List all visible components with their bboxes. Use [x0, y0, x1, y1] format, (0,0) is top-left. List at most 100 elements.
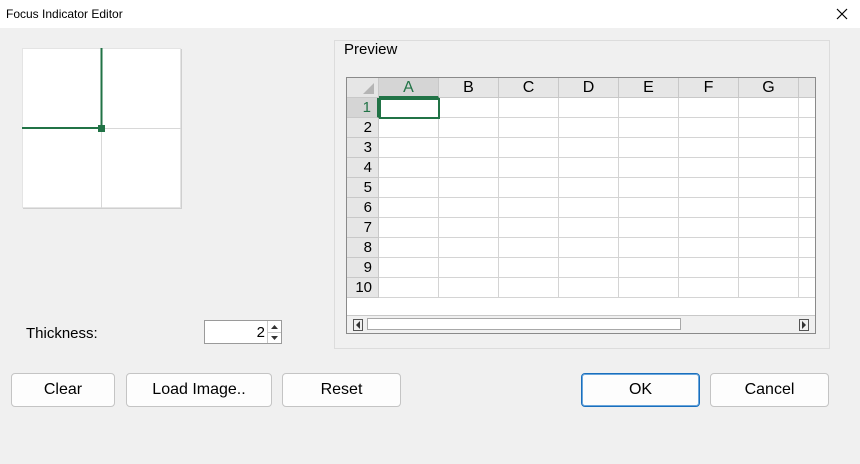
cancel-button[interactable]: Cancel: [710, 373, 829, 407]
grid-cell[interactable]: [799, 98, 815, 118]
row-header[interactable]: 2: [347, 118, 379, 138]
column-header[interactable]: F: [679, 78, 739, 98]
grid-cell[interactable]: [739, 258, 799, 278]
grid-cell[interactable]: [799, 138, 815, 158]
grid-cell[interactable]: [799, 278, 815, 298]
grid-cell[interactable]: [379, 238, 439, 258]
grid-cell[interactable]: [559, 98, 619, 118]
grid-cell[interactable]: [379, 278, 439, 298]
grid-cell[interactable]: [379, 218, 439, 238]
scroll-right-button[interactable]: [795, 317, 813, 333]
grid-cell[interactable]: [799, 238, 815, 258]
grid-cell[interactable]: [739, 118, 799, 138]
grid-cell[interactable]: [499, 138, 559, 158]
grid-cell[interactable]: [559, 218, 619, 238]
grid-cell[interactable]: [439, 178, 499, 198]
column-header[interactable]: D: [559, 78, 619, 98]
grid-cell[interactable]: [679, 98, 739, 118]
grid-cell[interactable]: [679, 238, 739, 258]
thickness-value[interactable]: 2: [257, 324, 265, 341]
grid-cell[interactable]: [379, 198, 439, 218]
column-header[interactable]: G: [739, 78, 799, 98]
grid-cell[interactable]: [739, 218, 799, 238]
row-header[interactable]: 8: [347, 238, 379, 258]
grid-cell[interactable]: [439, 118, 499, 138]
row-header[interactable]: 4: [347, 158, 379, 178]
grid-cell[interactable]: [439, 98, 499, 118]
grid-cell[interactable]: [559, 158, 619, 178]
grid-cell[interactable]: [439, 278, 499, 298]
grid-cell[interactable]: [739, 98, 799, 118]
grid-cell[interactable]: [559, 178, 619, 198]
grid-cell[interactable]: [439, 218, 499, 238]
row-header[interactable]: 3: [347, 138, 379, 158]
grid-cell[interactable]: [559, 238, 619, 258]
scroll-left-button[interactable]: [349, 317, 367, 333]
grid-cell[interactable]: [619, 218, 679, 238]
grid-cell[interactable]: [739, 178, 799, 198]
grid-cell[interactable]: [379, 258, 439, 278]
grid-cell[interactable]: [739, 198, 799, 218]
grid-cell[interactable]: [499, 218, 559, 238]
column-header[interactable]: A: [379, 78, 439, 98]
column-header[interactable]: C: [499, 78, 559, 98]
grid-cell[interactable]: [619, 258, 679, 278]
ok-button[interactable]: OK: [581, 373, 700, 407]
grid-cell[interactable]: [619, 238, 679, 258]
row-header[interactable]: 1: [347, 98, 379, 118]
row-header[interactable]: 6: [347, 198, 379, 218]
grid-cell[interactable]: [739, 278, 799, 298]
scroll-thumb[interactable]: [367, 318, 681, 330]
grid-cell[interactable]: [799, 158, 815, 178]
grid-cell[interactable]: [499, 238, 559, 258]
grid-cell[interactable]: [379, 118, 439, 138]
grid-cell[interactable]: [679, 278, 739, 298]
grid-cell[interactable]: [619, 138, 679, 158]
grid-cell[interactable]: [439, 158, 499, 178]
grid-cell[interactable]: [619, 98, 679, 118]
grid-cell[interactable]: [499, 278, 559, 298]
grid-cell[interactable]: [499, 258, 559, 278]
grid-cell[interactable]: [439, 138, 499, 158]
column-header[interactable]: B: [439, 78, 499, 98]
grid-cell[interactable]: [739, 138, 799, 158]
grid-cell[interactable]: [559, 258, 619, 278]
grid-cell[interactable]: [739, 158, 799, 178]
load-image-button[interactable]: Load Image..: [126, 373, 272, 407]
grid-cell[interactable]: [619, 158, 679, 178]
column-header[interactable]: E: [619, 78, 679, 98]
grid-cell[interactable]: [799, 118, 815, 138]
grid-cell[interactable]: [619, 278, 679, 298]
grid-cell[interactable]: [679, 178, 739, 198]
grid-cell[interactable]: [559, 118, 619, 138]
grid-cell[interactable]: [679, 218, 739, 238]
horizontal-scrollbar[interactable]: [347, 315, 815, 333]
grid-cell[interactable]: [439, 198, 499, 218]
row-header[interactable]: 7: [347, 218, 379, 238]
grid-cell[interactable]: [799, 258, 815, 278]
grid-cell[interactable]: [619, 198, 679, 218]
row-header[interactable]: 5: [347, 178, 379, 198]
grid-cell[interactable]: [499, 158, 559, 178]
spin-down-button[interactable]: [268, 332, 281, 343]
row-header[interactable]: 10: [347, 278, 379, 298]
grid-cell[interactable]: [679, 258, 739, 278]
grid-cell[interactable]: [799, 218, 815, 238]
grid-cell[interactable]: [799, 198, 815, 218]
grid-cell[interactable]: [379, 178, 439, 198]
grid-cell[interactable]: [559, 198, 619, 218]
grid-cell[interactable]: [439, 258, 499, 278]
grid-cell[interactable]: [739, 238, 799, 258]
reset-button[interactable]: Reset: [282, 373, 401, 407]
grid-cell[interactable]: [439, 238, 499, 258]
select-all-corner[interactable]: [347, 78, 379, 98]
grid-cell[interactable]: [499, 198, 559, 218]
grid-cell[interactable]: [499, 118, 559, 138]
close-button[interactable]: [824, 0, 860, 28]
focus-indicator-canvas[interactable]: [22, 48, 181, 208]
grid-cell[interactable]: [619, 118, 679, 138]
thickness-stepper[interactable]: 2: [204, 320, 282, 344]
grid-cell[interactable]: [559, 278, 619, 298]
grid-cell[interactable]: [499, 178, 559, 198]
grid-cell[interactable]: [799, 178, 815, 198]
